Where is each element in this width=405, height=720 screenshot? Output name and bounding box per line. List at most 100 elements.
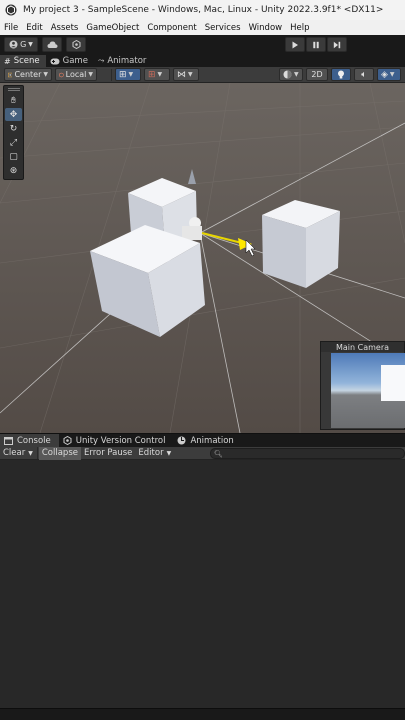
tab-animation[interactable]: Animation (173, 434, 241, 448)
scene-tab-bar: # Scene Game ⤳ Animator (0, 55, 405, 67)
play-button[interactable] (285, 37, 305, 52)
step-icon (333, 41, 341, 48)
tab-animator-label: Animator (107, 56, 147, 66)
console-toolbar: Clear ▼ Collapse Error Pause Editor ▼ 🔍︎ (0, 446, 405, 460)
preview-cube (381, 365, 405, 401)
animation-icon (177, 436, 186, 445)
grid-snap-toggle[interactable]: ⊞ ▼ (115, 68, 141, 81)
tab-console[interactable]: Console (0, 433, 59, 448)
unity-app-icon (5, 4, 17, 16)
tab-game[interactable]: Game (46, 55, 94, 67)
chevron-down-icon: ▼ (157, 71, 163, 78)
account-button[interactable]: G ▼ (4, 37, 38, 52)
move-tool-icon[interactable]: ✥ (5, 108, 22, 121)
error-pause-toggle[interactable]: Error Pause (81, 447, 135, 460)
chevron-down-icon: ▼ (28, 41, 33, 48)
window-title: My project 3 - SampleScene - Windows, Ma… (23, 5, 384, 15)
menu-gameobject[interactable]: GameObject (86, 23, 139, 33)
tab-scene-label: Scene (13, 56, 40, 66)
grid-visibility-dropdown[interactable]: ⊞ ▼ (144, 68, 170, 81)
console-search-input[interactable]: 🔍︎ (210, 448, 405, 459)
menu-services[interactable]: Services (205, 23, 241, 33)
camera-preview: Main Camera (320, 341, 405, 430)
account-icon (9, 40, 18, 49)
tab-scene[interactable]: # Scene (0, 55, 46, 67)
rotate-tool-icon[interactable]: ↻ (5, 122, 22, 135)
lightbulb-icon (338, 70, 344, 79)
increment-snap-dropdown[interactable]: ⋈ ▼ (173, 68, 199, 81)
pause-icon (313, 41, 319, 48)
shading-sphere-icon (283, 70, 292, 79)
chevron-down-icon: ▼ (166, 449, 172, 457)
pause-button[interactable] (306, 37, 326, 52)
tab-console-label: Console (17, 435, 51, 446)
clear-button[interactable]: Clear ▼ (0, 447, 36, 460)
pivot-label: Center (14, 70, 42, 79)
console-log-area[interactable] (0, 460, 405, 708)
tab-version-control[interactable]: Unity Version Control (59, 434, 174, 448)
main-toolbar: G ▼ (0, 35, 405, 55)
grid-snap-icon: ⊞ (119, 69, 127, 80)
chevron-down-icon: ▼ (294, 71, 299, 78)
transform-tool-icon[interactable]: ⊛ (5, 164, 22, 177)
tab-animation-label: Animation (190, 435, 234, 446)
version-control-button[interactable] (66, 37, 86, 52)
increment-snap-icon: ⋈ (177, 69, 186, 80)
play-controls (285, 37, 347, 52)
pivot-dropdown[interactable]: Center ▼ (4, 68, 52, 81)
menu-help[interactable]: Help (290, 23, 309, 33)
window-title-bar: My project 3 - SampleScene - Windows, Ma… (0, 0, 405, 20)
collapse-toggle[interactable]: Collapse (38, 446, 81, 460)
toggle-2d-label: 2D (311, 70, 323, 79)
rect-tool-icon[interactable]: ▢ (5, 150, 22, 163)
step-button[interactable] (327, 37, 347, 52)
editor-dropdown[interactable]: Editor ▼ (135, 447, 174, 460)
collapse-label: Collapse (41, 448, 78, 458)
local-space-icon (59, 72, 64, 77)
tab-animator[interactable]: ⤳ Animator (94, 55, 153, 67)
menu-window[interactable]: Window (249, 23, 283, 33)
effects-dropdown[interactable]: ◈ ▼ (377, 68, 401, 81)
chevron-down-icon: ▼ (389, 71, 395, 78)
space-dropdown[interactable]: Local ▼ (55, 68, 97, 81)
menu-bar: File Edit Assets GameObject Component Se… (0, 20, 405, 35)
space-label: Local (65, 70, 87, 79)
pivot-center-icon (8, 72, 13, 77)
menu-file[interactable]: File (4, 23, 18, 33)
scene-toolbar: Center ▼ Local ▼ ⊞ ▼ ⊞ ▼ ⋈ ▼ ▼ 2D 🔈︎ ◈ ▼ (0, 67, 405, 83)
lighting-toggle[interactable] (331, 68, 351, 81)
status-bar (0, 708, 405, 720)
clear-label: Clear (3, 448, 26, 458)
version-control-icon (72, 40, 80, 49)
gamepad-icon (50, 58, 60, 64)
chevron-down-icon: ▼ (88, 71, 93, 78)
search-icon: 🔍︎ (214, 449, 223, 458)
toggle-2d-button[interactable]: 2D (306, 68, 328, 81)
cloud-icon (47, 41, 57, 48)
palette-grip[interactable] (7, 88, 20, 91)
chevron-down-icon: ▼ (43, 71, 48, 78)
draw-mode-dropdown[interactable]: ▼ (279, 68, 303, 81)
menu-assets[interactable]: Assets (51, 23, 79, 33)
play-icon (292, 41, 298, 48)
console-icon (4, 436, 13, 445)
tab-version-control-label: Unity Version Control (75, 435, 166, 446)
camera-preview-title: Main Camera (321, 342, 404, 352)
menu-edit[interactable]: Edit (26, 23, 42, 33)
tool-palette: ✋︎ ✥ ↻ ⤢ ▢ ⊛ (3, 85, 24, 180)
grid-visibility-icon: ⊞ (148, 69, 156, 80)
effects-layers-icon: ◈ (381, 69, 388, 80)
animator-icon: ⤳ (97, 56, 105, 65)
chevron-down-icon: ▼ (128, 71, 134, 78)
grid-icon: # (4, 56, 11, 66)
hand-tool-icon[interactable]: ✋︎ (5, 94, 22, 107)
audio-toggle[interactable]: 🔈︎ (354, 68, 374, 81)
editor-label: Editor (138, 448, 164, 458)
tab-game-label: Game (62, 56, 88, 66)
scale-tool-icon[interactable]: ⤢ (5, 136, 22, 149)
error-pause-label: Error Pause (83, 448, 133, 458)
chevron-down-icon: ▼ (188, 71, 193, 78)
cloud-button[interactable] (42, 37, 62, 52)
camera-preview-image (331, 353, 405, 428)
menu-component[interactable]: Component (147, 23, 196, 33)
